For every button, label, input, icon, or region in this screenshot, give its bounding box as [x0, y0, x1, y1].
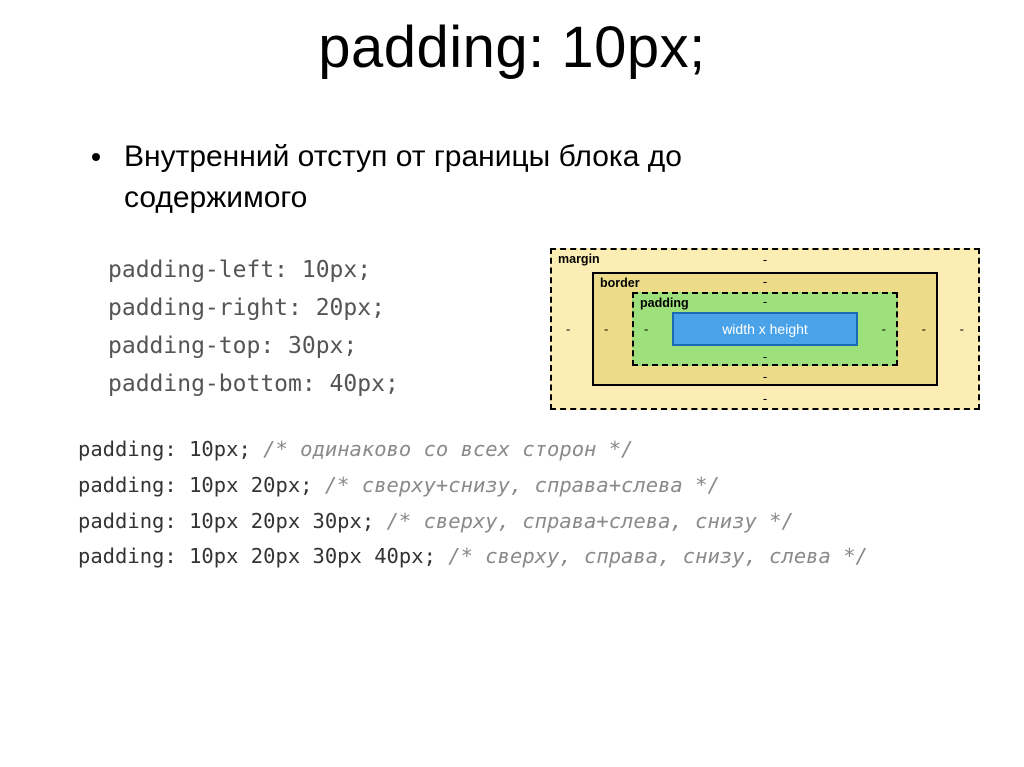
box-model-margin: margin - - - - border - - - - padding - … — [550, 248, 980, 410]
dash-icon: - — [763, 349, 767, 364]
bullet-dot-icon — [92, 153, 100, 161]
code-line: padding: 10px 20px 30px; /* сверху, спра… — [78, 504, 1024, 540]
code-property: padding: 10px 20px 30px; — [78, 509, 374, 533]
code-comment: /* одинаково со всех сторон */ — [263, 437, 633, 461]
dash-icon: - — [763, 252, 767, 267]
code-property: padding: 10px 20px; — [78, 473, 313, 497]
dash-icon: - — [566, 322, 570, 337]
code-block-shorthand: padding: 10px; /* одинаково со всех стор… — [78, 432, 1024, 576]
slide-title: padding: 10px; — [0, 0, 1024, 81]
dash-icon: - — [644, 322, 648, 337]
box-model-diagram: margin - - - - border - - - - padding - … — [550, 248, 980, 410]
code-comment: /* сверху+снизу, справа+слева */ — [325, 473, 720, 497]
border-label: border — [600, 276, 640, 290]
box-model-content: width x height — [672, 312, 858, 346]
code-line: padding: 10px 20px; /* сверху+снизу, спр… — [78, 468, 1024, 504]
dash-icon: - — [763, 391, 767, 406]
code-line: padding: 10px 20px 30px 40px; /* сверху,… — [78, 539, 1024, 575]
padding-label: padding — [640, 296, 689, 310]
box-model-border: border - - - - padding - - - - width x h… — [592, 272, 938, 386]
bullet-text: Внутренний отступ от границы блока до со… — [124, 137, 744, 218]
dash-icon: - — [763, 369, 767, 384]
code-comment: /* сверху, справа, снизу, слева */ — [448, 544, 868, 568]
dash-icon: - — [763, 274, 767, 289]
box-model-padding: padding - - - - width x height — [632, 292, 898, 366]
code-comment: /* сверху, справа+слева, снизу */ — [387, 509, 794, 533]
dash-icon: - — [922, 322, 926, 337]
dash-icon: - — [960, 322, 964, 337]
code-property: padding: 10px; — [78, 437, 251, 461]
bullet-item: Внутренний отступ от границы блока до со… — [92, 137, 1024, 218]
dash-icon: - — [882, 322, 886, 337]
code-line: padding: 10px; /* одинаково со всех стор… — [78, 432, 1024, 468]
dash-icon: - — [763, 294, 767, 309]
code-property: padding: 10px 20px 30px 40px; — [78, 544, 436, 568]
margin-label: margin — [558, 252, 600, 266]
dash-icon: - — [604, 322, 608, 337]
